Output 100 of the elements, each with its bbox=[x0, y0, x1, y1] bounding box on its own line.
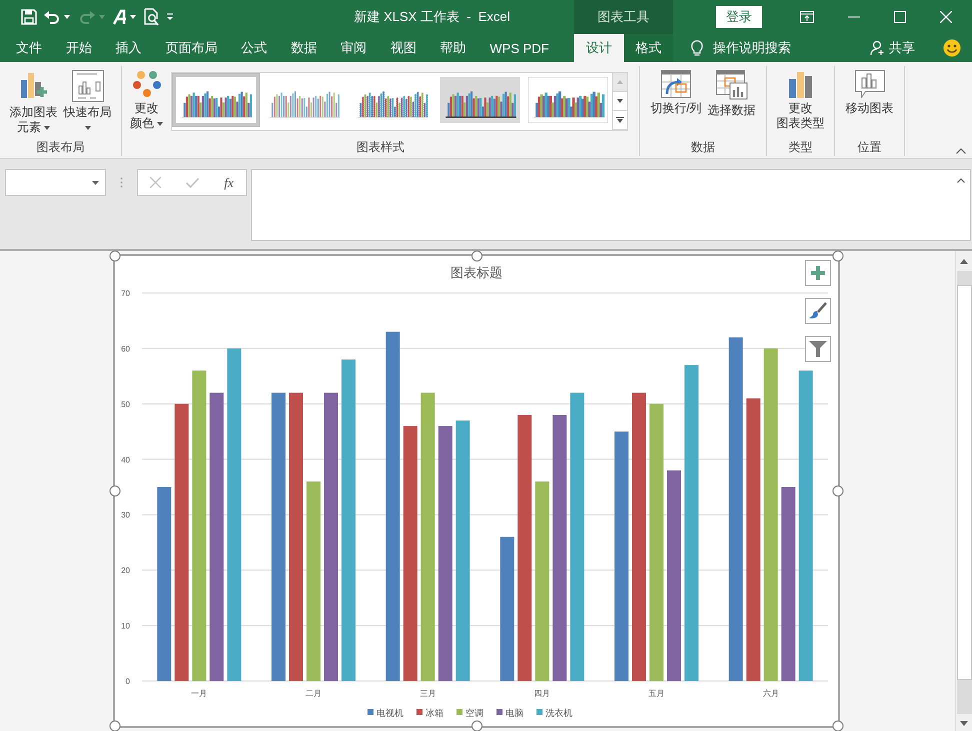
resize-handle[interactable] bbox=[110, 720, 120, 731]
category-label: 一月 bbox=[191, 689, 208, 698]
touch-mode-icon[interactable] bbox=[113, 9, 127, 25]
ribbon-button[interactable]: 更改 图表类型 bbox=[774, 68, 826, 133]
check-icon[interactable] bbox=[186, 178, 200, 188]
category-label: 四月 bbox=[534, 689, 550, 698]
resize-handle[interactable] bbox=[832, 486, 844, 496]
caret-icon bbox=[157, 122, 163, 126]
resize-handle[interactable] bbox=[832, 720, 844, 731]
caret-icon bbox=[44, 126, 50, 130]
scroll-down-icon[interactable] bbox=[960, 721, 968, 726]
redo-icon bbox=[78, 9, 96, 25]
axis-label: 40 bbox=[121, 455, 130, 464]
category-label: 二月 bbox=[306, 689, 322, 698]
close-icon[interactable] bbox=[940, 11, 952, 23]
insert-function-button[interactable]: fx bbox=[224, 174, 234, 190]
category-label: 六月 bbox=[762, 689, 779, 698]
ribbon-button[interactable]: 移动图表 bbox=[844, 68, 896, 118]
ribbon-button[interactable]: 选择数据 bbox=[706, 68, 758, 120]
resize-handle[interactable] bbox=[471, 250, 482, 262]
resize-handle[interactable] bbox=[832, 250, 844, 262]
caret-icon bbox=[92, 180, 99, 184]
ribbon-tab[interactable]: 帮助 bbox=[429, 34, 477, 62]
save-icon[interactable] bbox=[21, 9, 37, 25]
ribbon-button[interactable]: 切换行/列 bbox=[648, 68, 704, 118]
group-label: 数据 bbox=[690, 139, 716, 156]
ribbon-tab[interactable]: WPS PDF bbox=[478, 34, 560, 62]
axis-label: 10 bbox=[121, 622, 130, 631]
switch-row-column-icon bbox=[661, 70, 691, 98]
group-label: 类型 bbox=[788, 139, 814, 156]
ribbon-tab[interactable]: 开始 bbox=[54, 34, 103, 62]
caret-icon bbox=[99, 15, 105, 19]
ribbon-tab[interactable]: 文件 bbox=[5, 34, 53, 62]
ribbon-tab[interactable]: 视图 bbox=[379, 34, 428, 62]
sign-in-button[interactable]: 登录 bbox=[716, 6, 762, 28]
resize-handle[interactable] bbox=[110, 486, 120, 496]
ribbon-tab[interactable]: 数据 bbox=[280, 34, 328, 62]
ribbon-button[interactable]: 快速布局 bbox=[62, 68, 114, 132]
ribbon-tab[interactable]: 页面布局 bbox=[154, 34, 228, 62]
ribbon-tab[interactable]: 格式 bbox=[624, 34, 673, 62]
axis-label: 20 bbox=[121, 566, 130, 576]
formula-input[interactable] bbox=[251, 169, 971, 241]
caret-icon bbox=[617, 99, 623, 103]
more-icon bbox=[616, 117, 624, 123]
select-data-icon bbox=[716, 70, 748, 100]
collapse-ribbon-icon[interactable] bbox=[956, 148, 966, 154]
move-chart-icon bbox=[854, 70, 884, 98]
legend-label: 电视机 bbox=[376, 708, 404, 718]
chart-elements-button[interactable] bbox=[805, 260, 831, 286]
ribbon-tab[interactable]: 公式 bbox=[230, 34, 278, 62]
group-label: 图表布局 bbox=[36, 139, 86, 156]
tell-me-search[interactable]: 操作说明搜索 bbox=[713, 39, 791, 57]
group-label: 图表样式 bbox=[356, 139, 406, 156]
group-label: 位置 bbox=[856, 139, 882, 156]
caret-icon bbox=[84, 126, 90, 130]
chart-title: 图表标题 bbox=[450, 265, 502, 280]
bar-chart-icon bbox=[788, 70, 814, 98]
color-dots-icon bbox=[132, 70, 162, 98]
customize-icon[interactable] bbox=[166, 13, 174, 21]
maximize-icon[interactable] bbox=[894, 11, 906, 23]
axis-label: 0 bbox=[126, 677, 130, 686]
ribbon-button[interactable]: 更改 颜色 bbox=[128, 68, 165, 133]
resize-handle[interactable] bbox=[110, 250, 120, 262]
smiley-icon[interactable] bbox=[943, 39, 961, 57]
chart-styles-button[interactable] bbox=[805, 298, 831, 324]
print-preview-icon[interactable] bbox=[144, 8, 160, 26]
caret-up-icon bbox=[957, 178, 965, 183]
ribbon-tab[interactable]: 设计 bbox=[574, 34, 624, 62]
ribbon-display-icon[interactable] bbox=[800, 11, 814, 23]
resize-handle[interactable] bbox=[471, 720, 482, 731]
axis-label: 30 bbox=[121, 510, 130, 520]
ribbon-tab[interactable]: 审阅 bbox=[330, 34, 378, 62]
share-button[interactable]: 共享 bbox=[870, 34, 915, 62]
axis-label: 50 bbox=[121, 400, 130, 409]
axis-label: 70 bbox=[121, 289, 130, 298]
lightbulb-icon bbox=[691, 40, 703, 56]
context-group-label: 图表工具 bbox=[598, 8, 650, 26]
scroll-up-icon[interactable] bbox=[960, 259, 968, 264]
window-title: 新建 XLSX 工作表 - Excel bbox=[354, 9, 510, 24]
legend-label: 洗衣机 bbox=[546, 708, 572, 718]
grip-icon bbox=[120, 177, 123, 188]
filter-icon bbox=[809, 340, 827, 358]
brush-icon bbox=[809, 302, 827, 320]
scroll-thumb[interactable] bbox=[956, 285, 972, 680]
layout-icon bbox=[72, 70, 104, 102]
category-label: 三月 bbox=[420, 689, 436, 698]
chart-filters-button[interactable] bbox=[805, 336, 831, 362]
vertical-scrollbar[interactable] bbox=[955, 251, 972, 731]
category-label: 五月 bbox=[648, 689, 664, 698]
undo-icon[interactable] bbox=[43, 9, 61, 25]
caret-icon[interactable] bbox=[64, 15, 70, 19]
ribbon-tab[interactable]: 插入 bbox=[104, 34, 152, 62]
ribbon-button[interactable]: 添加图表 元素 bbox=[8, 68, 60, 137]
caret-up-icon bbox=[617, 80, 623, 84]
axis-label: 60 bbox=[121, 344, 130, 354]
legend-label: 空调 bbox=[466, 708, 484, 718]
plus-icon bbox=[811, 266, 825, 280]
person-icon bbox=[870, 40, 886, 56]
legend-label: 电脑 bbox=[506, 708, 524, 718]
caret-icon[interactable] bbox=[130, 15, 136, 19]
